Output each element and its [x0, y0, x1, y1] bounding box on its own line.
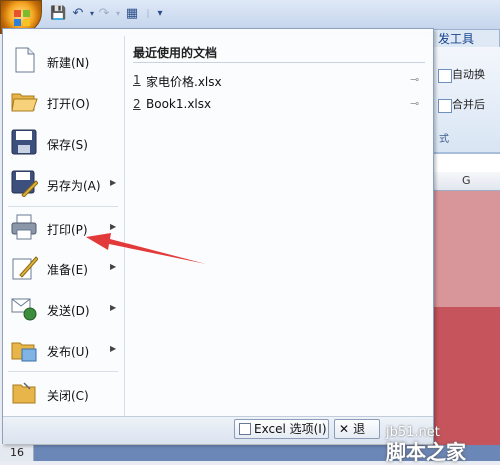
menu-item-save[interactable]: 保存(S): [6, 123, 122, 161]
menu-separator: [8, 371, 118, 372]
row-number: 16: [0, 445, 34, 461]
pin-icon[interactable]: ⊸: [410, 97, 419, 110]
prepare-pen-icon: [12, 256, 38, 280]
recent-file-name: 家电价格.xlsx: [146, 75, 222, 89]
excel-options-label: Excel 选项(I): [254, 422, 327, 436]
wrap-text-icon: [438, 69, 452, 83]
menu-item-label: 关闭(C): [47, 389, 89, 403]
submenu-arrow-icon: ▶: [110, 178, 117, 187]
menu-item-send[interactable]: 发送(D) ▶: [6, 289, 122, 327]
ribbon-group-label: 式: [439, 134, 449, 145]
qat-form-icon[interactable]: ▦: [124, 6, 140, 22]
exit-x-icon: ✕: [339, 422, 350, 436]
submenu-arrow-icon: ▶: [110, 303, 117, 312]
excel-options-button[interactable]: Excel 选项(I): [234, 419, 329, 439]
exit-excel-button[interactable]: ✕ 退: [334, 419, 380, 439]
publish-icon: [11, 342, 37, 362]
recent-file-number: 2: [133, 97, 141, 111]
menu-item-label: 发布(U): [47, 345, 90, 359]
merge-center-icon: [438, 99, 452, 113]
annotation-arrow-icon: [86, 233, 206, 264]
submenu-arrow-icon: ▶: [110, 344, 117, 353]
qat-customize-icon[interactable]: ▾: [152, 6, 168, 22]
menu-item-label: 另存为(A): [47, 179, 101, 193]
menu-item-label: 打开(O): [47, 97, 90, 111]
save-as-icon: [11, 170, 38, 197]
sheet-cells-light[interactable]: [433, 191, 500, 307]
send-icon: [11, 298, 37, 321]
options-icon: [239, 423, 251, 435]
printer-icon: [11, 214, 37, 240]
menu-item-publish[interactable]: 发布(U) ▶: [6, 330, 122, 368]
new-document-icon: [15, 47, 35, 73]
sheet-cells-dark[interactable]: [433, 307, 500, 417]
menu-separator: [8, 206, 118, 207]
menu-item-label: 发送(D): [47, 304, 90, 318]
column-header-label: G: [462, 174, 471, 187]
recent-documents-title: 最近使用的文档: [133, 46, 218, 60]
exit-label: 退: [353, 422, 366, 436]
recent-file-item[interactable]: 2 Book1.xlsx ⊸: [131, 95, 427, 115]
merge-center-button[interactable]: 合并后: [452, 96, 500, 114]
wrap-text-button[interactable]: 自动换: [452, 66, 500, 84]
recent-file-name: Book1.xlsx: [146, 97, 212, 111]
menu-item-label: 新建(N): [47, 56, 90, 70]
menu-item-close[interactable]: 关闭(C): [6, 374, 122, 412]
tab-developer[interactable]: 发工具: [433, 29, 500, 47]
save-disk-icon: [11, 129, 37, 155]
menu-item-new[interactable]: 新建(N): [6, 42, 122, 80]
qat-save-icon[interactable]: 💾: [50, 6, 66, 22]
menu-item-label: 保存(S): [47, 138, 88, 152]
recent-file-item[interactable]: 1 家电价格.xlsx ⊸: [131, 71, 427, 91]
menu-item-save-as[interactable]: 另存为(A) ▶: [6, 164, 122, 202]
menu-item-open[interactable]: 打开(O): [6, 82, 122, 120]
formula-bar[interactable]: [433, 153, 500, 173]
close-folder-icon: [12, 382, 36, 404]
recent-divider: [133, 62, 425, 63]
recent-file-number: 1: [133, 73, 141, 87]
pin-icon[interactable]: ⊸: [410, 73, 419, 86]
office-logo-icon: [14, 10, 30, 26]
open-folder-icon: [11, 93, 38, 112]
